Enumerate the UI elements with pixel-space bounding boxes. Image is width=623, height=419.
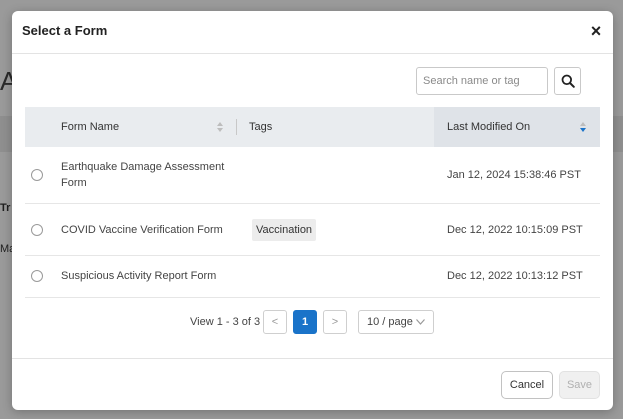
background-text-tr: Tr — [0, 202, 11, 214]
modal-title: Select a Form — [22, 23, 108, 38]
row-radio-button[interactable] — [31, 224, 43, 236]
column-divider — [236, 119, 237, 135]
search-icon — [561, 74, 575, 88]
form-name-cell: COVID Vaccine Verification Form — [61, 224, 223, 236]
chevron-down-icon — [416, 319, 425, 325]
last-modified-cell: Dec 12, 2022 10:15:09 PST — [447, 224, 583, 236]
pagination: View 1 - 3 of 3 < 1 > 10 / page — [12, 310, 613, 336]
column-header-tags: Tags — [249, 121, 273, 133]
modal-header: Select a Form × — [12, 11, 613, 54]
table-row[interactable]: Earthquake Damage Assessment Form Jan 12… — [25, 147, 600, 204]
column-header-form-name[interactable]: Form Name — [61, 107, 119, 147]
select-form-modal: Select a Form × Form Name Tags Last Modi… — [12, 11, 613, 410]
row-radio-button[interactable] — [31, 270, 43, 282]
page-size-value: 10 / page — [367, 316, 413, 328]
sort-descending-icon[interactable] — [580, 122, 586, 132]
page-1-button[interactable]: 1 — [293, 310, 317, 334]
form-name-cell: Earthquake Damage Assessment Form — [61, 161, 225, 189]
pagination-summary: View 1 - 3 of 3 — [190, 316, 261, 328]
search-input[interactable] — [416, 67, 548, 95]
row-radio-button[interactable] — [31, 169, 43, 181]
table-row[interactable]: COVID Vaccine Verification Form Vaccinat… — [25, 204, 600, 256]
last-modified-cell: Jan 12, 2024 15:38:46 PST — [447, 169, 581, 181]
prev-page-button[interactable]: < — [263, 310, 287, 334]
forms-table: Form Name Tags Last Modified On Earthqua… — [25, 107, 600, 298]
save-button[interactable]: Save — [559, 371, 600, 399]
form-name-cell: Suspicious Activity Report Form — [61, 270, 217, 282]
last-modified-cell: Dec 12, 2022 10:13:12 PST — [447, 270, 583, 282]
table-header: Form Name Tags Last Modified On — [25, 107, 600, 147]
cancel-button[interactable]: Cancel — [501, 371, 553, 399]
search-button[interactable] — [554, 67, 581, 95]
next-page-button[interactable]: > — [323, 310, 347, 334]
page-size-select[interactable]: 10 / page — [358, 310, 434, 334]
tag-badge: Vaccination — [252, 219, 317, 241]
sort-icon[interactable] — [217, 122, 223, 132]
table-row[interactable]: Suspicious Activity Report Form Dec 12, … — [25, 256, 600, 298]
close-icon[interactable]: × — [588, 22, 604, 40]
modal-footer: Cancel Save — [12, 358, 613, 410]
column-header-last-modified[interactable]: Last Modified On — [447, 107, 530, 147]
